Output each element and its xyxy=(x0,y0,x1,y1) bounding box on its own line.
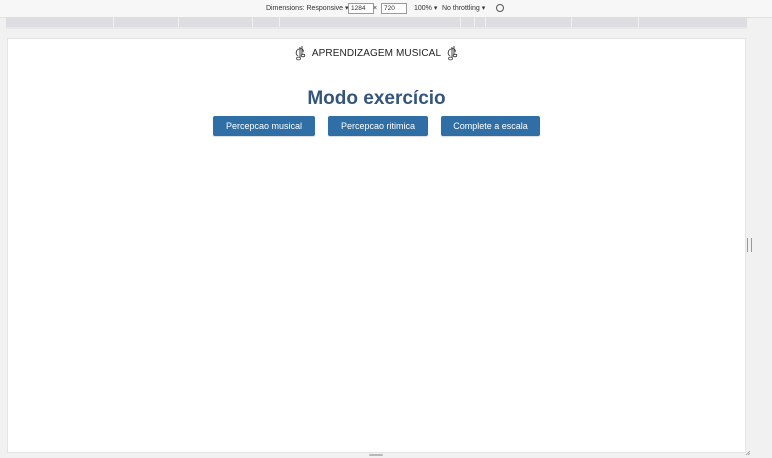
resize-handle-icon[interactable] xyxy=(747,238,752,252)
page-title: Modo exercício xyxy=(307,88,446,109)
height-input[interactable]: 720 xyxy=(381,3,407,14)
media-query-bar[interactable] xyxy=(6,17,747,27)
resize-handle-icon[interactable] xyxy=(745,450,751,456)
throttling-dropdown[interactable]: No throttling ▾ xyxy=(442,4,485,13)
music-notes-icon xyxy=(295,46,306,61)
dropdown-arrow-icon: ▾ xyxy=(433,5,438,12)
width-input[interactable]: 1284 xyxy=(348,3,374,14)
dropdown-arrow-icon: ▾ xyxy=(481,5,486,12)
resize-handle-icon[interactable] xyxy=(369,454,383,456)
complete-a-escala-button[interactable]: Complete a escala xyxy=(441,116,540,136)
ruler-bar xyxy=(6,27,747,29)
page-viewport: APRENDIZAGEM MUSICAL Modo exercício Perc… xyxy=(7,38,746,453)
dimension-separator: × xyxy=(373,5,378,12)
percepcao-musical-button[interactable]: Percepcao musical xyxy=(213,116,315,136)
dimensions-label: Dimensions: Responsive xyxy=(266,5,344,12)
rotate-icon[interactable] xyxy=(496,4,504,12)
header-title: APRENDIZAGEM MUSICAL xyxy=(311,47,442,59)
dimensions-dropdown[interactable]: Dimensions: Responsive ▾ xyxy=(266,4,349,13)
site-header: APRENDIZAGEM MUSICAL xyxy=(8,44,745,64)
percepcao-ritimica-button[interactable]: Percepcao ritimica xyxy=(328,116,428,136)
music-notes-icon xyxy=(447,46,458,61)
zoom-label: 100% xyxy=(414,5,432,12)
throttling-label: No throttling xyxy=(442,5,480,12)
device-toolbar: Dimensions: Responsive ▾ 1284 × 720 100%… xyxy=(0,0,772,18)
zoom-dropdown[interactable]: 100% ▾ xyxy=(414,4,437,13)
